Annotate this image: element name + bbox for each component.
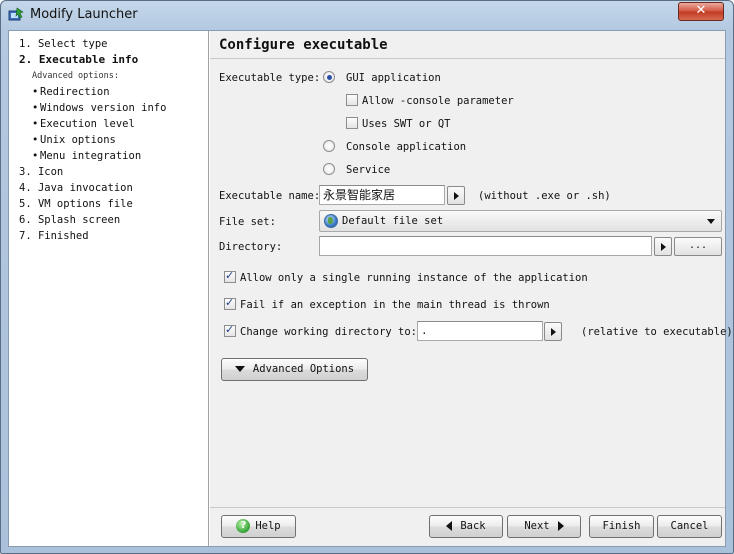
- launcher-app-icon: [8, 7, 24, 21]
- advanced-options-button[interactable]: Advanced Options: [221, 358, 368, 381]
- wizard-client-area: 1. Select type 2. Executable info Advanc…: [8, 30, 733, 547]
- executable-name-input[interactable]: 永景智能家居: [319, 185, 445, 205]
- play-arrow-icon: [454, 192, 459, 200]
- nav-step-icon[interactable]: 3. Icon: [19, 166, 63, 178]
- page-title: Configure executable: [219, 37, 388, 53]
- finish-button[interactable]: Finish: [589, 515, 654, 538]
- directory-browse-button[interactable]: ...: [674, 237, 722, 256]
- directory-input[interactable]: [319, 236, 652, 256]
- nav-step-splash-screen[interactable]: 6. Splash screen: [19, 214, 120, 226]
- directory-label: Directory:: [219, 241, 283, 253]
- executable-name-menu-button[interactable]: [447, 186, 465, 205]
- chevron-down-icon: [707, 219, 715, 224]
- modify-launcher-window: Modify Launcher ✕ 1. Select type 2. Exec…: [0, 0, 734, 554]
- help-button[interactable]: ? Help: [221, 515, 296, 538]
- title-bar[interactable]: Modify Launcher ✕: [1, 1, 733, 29]
- checkbox-single-instance[interactable]: [224, 269, 236, 283]
- nav-sub-execution-level[interactable]: • Execution level: [32, 118, 135, 130]
- window-title: Modify Launcher: [30, 7, 138, 22]
- nav-advanced-header: Advanced options:: [32, 71, 119, 81]
- checkbox-single-instance-label[interactable]: Allow only a single running instance of …: [240, 272, 588, 284]
- wizard-steps-nav: 1. Select type 2. Executable info Advanc…: [9, 31, 209, 546]
- play-arrow-icon: [551, 328, 556, 336]
- checkbox-allow-console[interactable]: [346, 94, 358, 106]
- nav-sub-redirection[interactable]: • Redirection: [32, 86, 110, 98]
- working-dir-menu-button[interactable]: [544, 322, 562, 341]
- file-set-dropdown[interactable]: Default file set: [319, 210, 722, 232]
- nav-sub-menu-integration[interactable]: • Menu integration: [32, 150, 141, 162]
- nav-step-java-invocation[interactable]: 4. Java invocation: [19, 182, 133, 194]
- radio-service[interactable]: [323, 163, 335, 175]
- nav-step-vm-options-file[interactable]: 5. VM options file: [19, 198, 133, 210]
- working-dir-input[interactable]: .: [417, 321, 543, 341]
- help-icon: ?: [236, 519, 251, 533]
- main-panel: Configure executable Executable type: GU…: [210, 31, 733, 546]
- cancel-button[interactable]: Cancel: [657, 515, 722, 538]
- globe-icon: [324, 214, 338, 228]
- radio-console-application[interactable]: [323, 140, 335, 152]
- close-icon: ✕: [695, 3, 707, 18]
- executable-name-hint: (without .exe or .sh): [478, 190, 611, 202]
- nav-step-finished[interactable]: 7. Finished: [19, 230, 89, 242]
- checkbox-uses-swt-qt-label[interactable]: Uses SWT or QT: [362, 118, 451, 130]
- nav-step-select-type[interactable]: 1. Select type: [19, 38, 108, 50]
- radio-console-application-label[interactable]: Console application: [346, 141, 466, 153]
- arrow-left-icon: [446, 521, 453, 531]
- checkbox-change-working-dir-label[interactable]: Change working directory to:: [240, 326, 417, 338]
- arrow-right-icon: [557, 521, 564, 531]
- close-button[interactable]: ✕: [678, 2, 724, 21]
- title-divider: [210, 58, 725, 59]
- nav-sub-unix-options[interactable]: • Unix options: [32, 134, 116, 146]
- executable-name-label: Executable name:: [219, 190, 321, 202]
- checkbox-fail-on-exception[interactable]: [224, 296, 236, 310]
- play-arrow-icon: [661, 243, 666, 251]
- bottom-divider: [210, 507, 725, 508]
- radio-gui-application[interactable]: [323, 71, 335, 83]
- directory-menu-button[interactable]: [654, 237, 672, 256]
- file-set-value: Default file set: [342, 215, 444, 227]
- working-dir-hint: (relative to executable): [581, 326, 733, 338]
- checkbox-fail-on-exception-label[interactable]: Fail if an exception in the main thread …: [240, 299, 550, 311]
- back-button[interactable]: Back: [429, 515, 503, 538]
- radio-gui-application-label[interactable]: GUI application: [346, 72, 441, 84]
- nav-sub-windows-version-info[interactable]: • Windows version info: [32, 102, 166, 114]
- radio-service-label[interactable]: Service: [346, 164, 390, 176]
- nav-step-executable-info[interactable]: 2. Executable info: [19, 53, 138, 66]
- checkbox-uses-swt-qt[interactable]: [346, 117, 358, 129]
- triangle-down-icon: [234, 366, 245, 372]
- file-set-label: File set:: [219, 216, 276, 228]
- next-button[interactable]: Next: [507, 515, 581, 538]
- checkbox-allow-console-label[interactable]: Allow -console parameter: [362, 95, 514, 107]
- checkbox-change-working-dir[interactable]: [224, 323, 236, 337]
- executable-type-label: Executable type:: [219, 72, 321, 84]
